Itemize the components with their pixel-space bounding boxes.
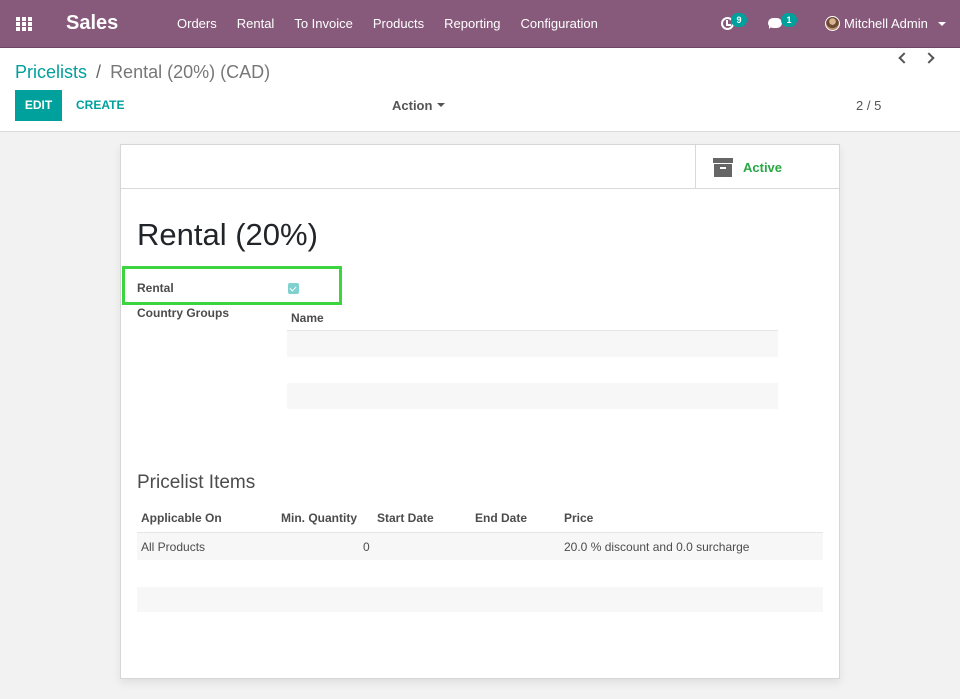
- button-box: Active: [121, 145, 839, 189]
- create-button[interactable]: CREATE: [76, 90, 124, 121]
- country-groups-table: Name: [287, 303, 778, 409]
- items-header-row: Applicable On Min. Quantity Start Date E…: [137, 503, 823, 533]
- column-end-date: End Date: [475, 511, 528, 525]
- action-dropdown[interactable]: Action: [392, 90, 446, 121]
- cell-min-quantity: 0: [363, 540, 370, 554]
- record-title: Rental (20%): [137, 217, 318, 252]
- pricelist-items-title: Pricelist Items: [137, 472, 256, 493]
- active-toggle-button[interactable]: Active: [695, 145, 839, 189]
- breadcrumb-separator: /: [96, 62, 102, 82]
- menu-reporting[interactable]: Reporting: [434, 0, 510, 48]
- menu-configuration[interactable]: Configuration: [511, 0, 608, 48]
- breadcrumb-pricelists[interactable]: Pricelists: [15, 62, 87, 82]
- menu-products[interactable]: Products: [363, 0, 434, 48]
- table-row: [287, 357, 778, 383]
- archive-icon: [713, 158, 733, 177]
- country-groups-name-header: Name: [287, 303, 778, 331]
- column-start-date: Start Date: [377, 511, 434, 525]
- chevron-left-icon: [898, 52, 910, 64]
- top-navbar: Sales Orders Rental To Invoice Products …: [0, 0, 960, 48]
- main-menu: Orders Rental To Invoice Products Report…: [167, 0, 608, 48]
- user-name: Mitchell Admin: [844, 16, 928, 31]
- message-count-badge: 1: [781, 13, 797, 27]
- menu-rental[interactable]: Rental: [227, 0, 285, 48]
- pager-value[interactable]: 2 / 5: [856, 90, 881, 121]
- table-row: [287, 383, 778, 409]
- rental-checkbox[interactable]: [288, 283, 299, 294]
- edit-button[interactable]: EDIT: [15, 90, 62, 121]
- activity-menu[interactable]: 9: [718, 0, 752, 48]
- messaging-menu[interactable]: 1: [765, 0, 799, 48]
- chevron-down-icon: [938, 22, 946, 26]
- table-row: [137, 560, 823, 587]
- column-price: Price: [564, 511, 594, 525]
- cell-applicable-on: All Products: [141, 540, 206, 554]
- table-row: [137, 587, 823, 612]
- active-label: Active: [743, 160, 783, 175]
- column-min-quantity: Min. Quantity: [281, 511, 357, 525]
- country-groups-label: Country Groups: [137, 306, 229, 320]
- chevron-right-icon: [923, 52, 935, 64]
- user-avatar: [825, 16, 840, 31]
- breadcrumb: Pricelists / Rental (20%) (CAD): [15, 62, 270, 83]
- app-brand[interactable]: Sales: [66, 12, 118, 35]
- caret-down-icon: [437, 102, 446, 107]
- table-row[interactable]: All Products 0 20.0 % discount and 0.0 s…: [137, 533, 823, 560]
- pricelist-items-table: Applicable On Min. Quantity Start Date E…: [137, 503, 823, 612]
- breadcrumb-current: Rental (20%) (CAD): [110, 62, 271, 82]
- column-applicable-on: Applicable On: [141, 511, 222, 525]
- menu-to-invoice[interactable]: To Invoice: [284, 0, 363, 48]
- table-row: [287, 331, 778, 357]
- user-menu[interactable]: Mitchell Admin: [822, 0, 952, 48]
- rental-field-label: Rental: [137, 281, 174, 295]
- pager-next-button[interactable]: [923, 51, 940, 65]
- activity-count-badge: 9: [731, 13, 747, 27]
- cell-price: 20.0 % discount and 0.0 surcharge: [564, 540, 750, 554]
- chat-bubble-icon: [768, 18, 782, 29]
- pager-previous-button[interactable]: [895, 51, 911, 65]
- action-label: Action: [392, 98, 433, 113]
- control-panel: Pricelists / Rental (20%) (CAD) EDIT CRE…: [0, 48, 960, 132]
- menu-orders[interactable]: Orders: [167, 0, 227, 48]
- apps-grid-icon[interactable]: [16, 17, 32, 31]
- form-sheet: Active Rental (20%) Rental Country Group…: [120, 144, 840, 679]
